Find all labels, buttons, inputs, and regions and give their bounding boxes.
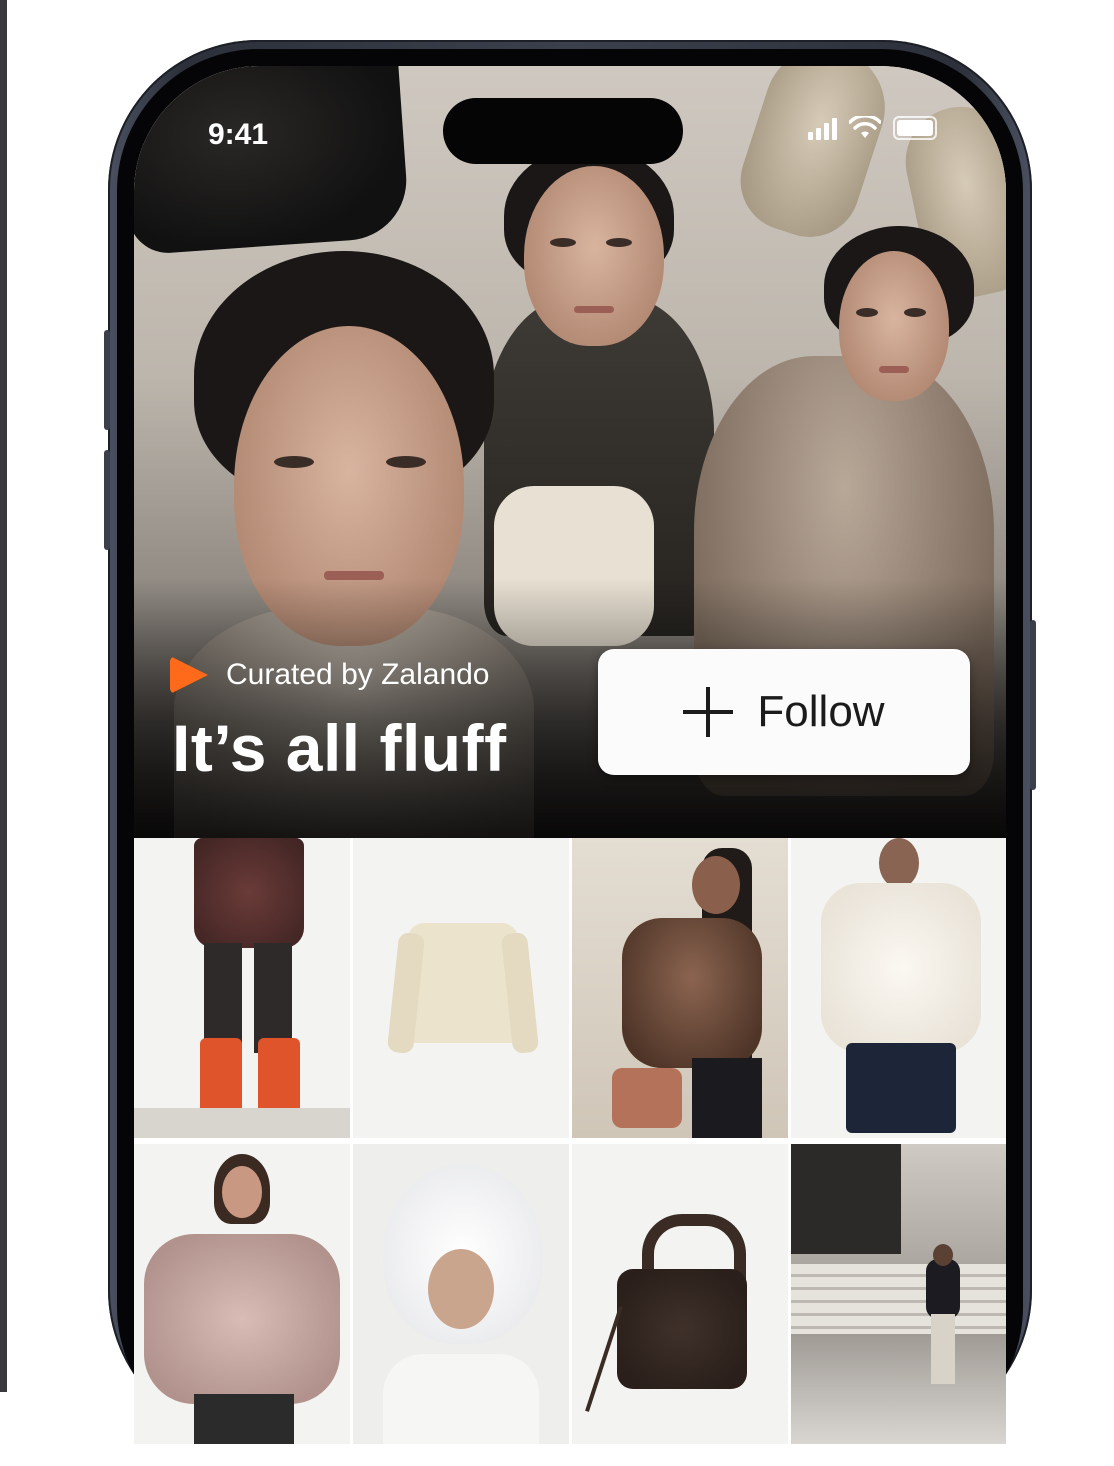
product-grid [134, 838, 1006, 1444]
curator-label: Curated by Zalando [226, 658, 490, 691]
plus-icon [683, 687, 734, 737]
zalando-logo-icon [170, 656, 208, 694]
status-time: 9:41 [208, 118, 269, 151]
wifi-icon [849, 116, 881, 138]
grid-item-street-style-look[interactable] [791, 1144, 1006, 1444]
volume-button [104, 330, 110, 430]
grid-item-white-fur-trapper-hat[interactable] [353, 1144, 569, 1444]
black-fur-swatch [134, 66, 411, 256]
grid-item-white-fluffy-jacket[interactable] [791, 838, 1006, 1138]
fur-mitten [727, 66, 901, 250]
grid-item-brown-faux-fur-jacket[interactable] [572, 838, 788, 1138]
follow-button[interactable]: Follow [598, 649, 970, 775]
power-button [1030, 620, 1036, 790]
collection-title: It’s all fluff [172, 711, 507, 785]
curator-row: Curated by Zalando [170, 656, 490, 694]
status-icons [808, 116, 937, 140]
signal-icon [808, 116, 837, 140]
grid-item-brown-teddy-handbag[interactable] [572, 1144, 788, 1444]
battery-icon [893, 116, 937, 140]
hero-collage: 9:41 Curated by Zalando It’s all fluff F… [134, 66, 1006, 838]
grid-item-cream-faux-fur-cardigan[interactable] [353, 838, 569, 1138]
window-edge [0, 0, 7, 1392]
volume-button [104, 450, 110, 550]
follow-label: Follow [757, 687, 885, 736]
phone-screen: 9:41 Curated by Zalando It’s all fluff F… [134, 66, 1006, 1466]
grid-item-pink-faux-fur-jacket[interactable] [134, 1144, 350, 1444]
grid-item-fluffy-mini-skirt[interactable] [134, 838, 350, 1138]
dynamic-island [443, 98, 683, 164]
